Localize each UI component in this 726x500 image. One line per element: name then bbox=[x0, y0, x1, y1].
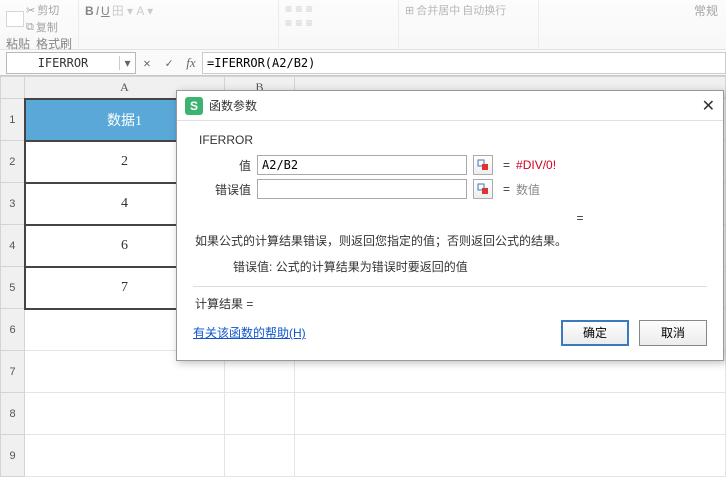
app-logo-icon: S bbox=[185, 97, 203, 115]
row-header[interactable]: 4 bbox=[1, 225, 25, 267]
calc-result: 计算结果 = bbox=[195, 295, 705, 312]
row-header[interactable]: 6 bbox=[1, 309, 25, 351]
name-box[interactable]: IFERROR ▾ bbox=[6, 52, 136, 74]
fx-icon[interactable]: fx bbox=[180, 55, 202, 71]
divider bbox=[193, 286, 707, 287]
underline-button[interactable]: U bbox=[101, 4, 110, 18]
cell[interactable] bbox=[225, 435, 295, 477]
merge-label: 合并居中 bbox=[416, 2, 460, 18]
function-arguments-dialog: S 函数参数 ✕ IFERROR 值 = #DIV/0! 错误值 = 数值 = … bbox=[176, 90, 724, 361]
name-box-dropdown-icon[interactable]: ▾ bbox=[119, 56, 135, 70]
font-group-icons[interactable]: 田 ▾ A ▾ bbox=[112, 2, 153, 19]
format-painter-label[interactable]: 格式刷 bbox=[36, 35, 72, 52]
param-label: 值 bbox=[193, 157, 251, 174]
number-format-label[interactable]: 常规 bbox=[694, 2, 718, 19]
equals-sign: = bbox=[503, 158, 510, 172]
paste-label[interactable]: 粘贴 bbox=[6, 35, 30, 52]
copy-icon[interactable]: ⧉ bbox=[26, 21, 34, 34]
param-desc-label: 错误值: bbox=[233, 260, 272, 274]
row-header[interactable]: 5 bbox=[1, 267, 25, 309]
cell[interactable] bbox=[25, 435, 225, 477]
cut-label: 剪切 bbox=[37, 2, 59, 18]
cancel-button[interactable]: 取消 bbox=[639, 320, 707, 346]
row-header[interactable]: 8 bbox=[1, 393, 25, 435]
cell[interactable] bbox=[225, 393, 295, 435]
row-header[interactable]: 1 bbox=[1, 99, 25, 141]
range-selector-icon[interactable] bbox=[473, 155, 493, 175]
param-value-input[interactable] bbox=[257, 155, 467, 175]
param-description: 错误值: 公式的计算结果为错误时要返回的值 bbox=[233, 257, 705, 277]
param-error-value-input[interactable] bbox=[257, 179, 467, 199]
select-all-corner[interactable] bbox=[1, 77, 25, 99]
param-row-value: 值 = #DIV/0! bbox=[193, 155, 707, 175]
param-row-error-value: 错误值 = 数值 bbox=[193, 179, 707, 199]
italic-button[interactable]: I bbox=[96, 4, 99, 18]
formula-bar: IFERROR ▾ ✕ ✓ fx bbox=[0, 50, 726, 76]
row-header[interactable]: 7 bbox=[1, 351, 25, 393]
function-name: IFERROR bbox=[199, 133, 707, 147]
paste-icon[interactable] bbox=[6, 11, 24, 27]
formula-cancel-icon[interactable]: ✕ bbox=[136, 56, 158, 70]
align-icons[interactable]: ≡ ≡ ≡ bbox=[285, 2, 313, 16]
copy-label: 复制 bbox=[36, 19, 58, 35]
name-box-text: IFERROR bbox=[7, 56, 119, 70]
range-selector-icon[interactable] bbox=[473, 179, 493, 199]
result-equals: = bbox=[193, 211, 707, 225]
equals-sign: = bbox=[503, 182, 510, 196]
wrap-label[interactable]: 自动换行 bbox=[462, 2, 506, 18]
ribbon-toolbar: ✂剪切 ⧉复制 粘贴 格式刷 B I U 田 ▾ A ▾ ≡ ≡ ≡ ≡ ≡ ≡… bbox=[0, 0, 726, 50]
formula-input[interactable] bbox=[202, 52, 726, 74]
param-result: #DIV/0! bbox=[516, 158, 556, 172]
dialog-titlebar[interactable]: S 函数参数 ✕ bbox=[177, 91, 723, 121]
row-header[interactable]: 9 bbox=[1, 435, 25, 477]
align-icons-2[interactable]: ≡ ≡ ≡ bbox=[285, 16, 313, 30]
help-link[interactable]: 有关该函数的帮助(H) bbox=[193, 324, 306, 341]
dialog-title: 函数参数 bbox=[209, 97, 257, 114]
bold-button[interactable]: B bbox=[85, 4, 94, 18]
merge-icon[interactable]: ⊞ bbox=[405, 4, 414, 17]
formula-confirm-icon[interactable]: ✓ bbox=[158, 56, 180, 70]
row-header[interactable]: 2 bbox=[1, 141, 25, 183]
param-label: 错误值 bbox=[193, 181, 251, 198]
cell[interactable] bbox=[25, 393, 225, 435]
ok-button[interactable]: 确定 bbox=[561, 320, 629, 346]
cut-icon[interactable]: ✂ bbox=[26, 4, 35, 17]
row-header[interactable]: 3 bbox=[1, 183, 25, 225]
close-icon[interactable]: ✕ bbox=[702, 96, 715, 116]
param-result: 数值 bbox=[516, 181, 540, 198]
param-desc-text: 公式的计算结果为错误时要返回的值 bbox=[276, 260, 468, 274]
function-description: 如果公式的计算结果错误，则返回您指定的值；否则返回公式的结果。 bbox=[195, 231, 705, 251]
